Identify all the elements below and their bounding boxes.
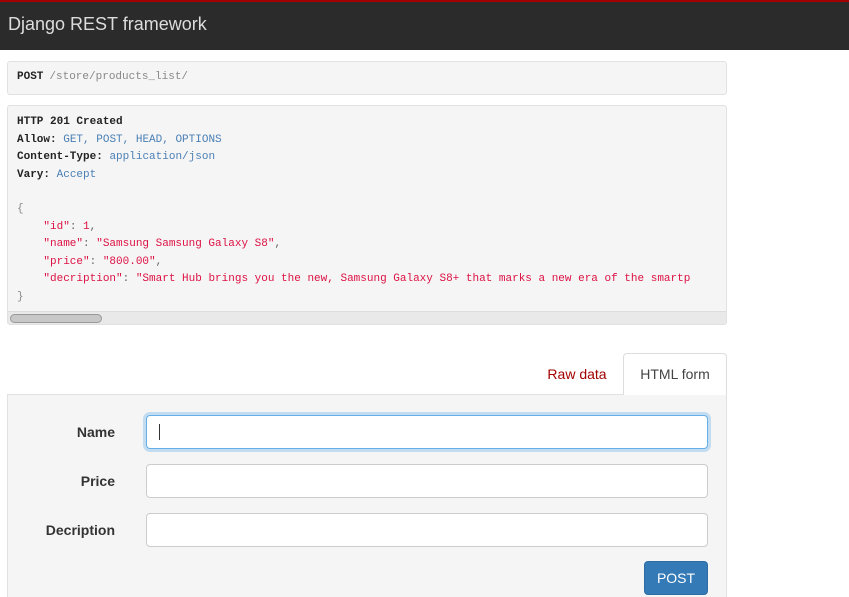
- json-open-brace: {: [17, 203, 24, 215]
- header-value: Accept: [56, 168, 97, 181]
- response-panel: HTTP 201 Created Allow: GET, POST, HEAD, …: [7, 105, 727, 325]
- json-key: "id": [43, 220, 70, 233]
- main-content: POST/store/products_list/ HTTP 201 Creat…: [0, 50, 849, 597]
- json-value: "800.00": [102, 255, 156, 268]
- price-input[interactable]: [146, 464, 708, 498]
- decription-label: Decription: [45, 522, 115, 538]
- brand-title[interactable]: Django REST framework: [8, 14, 207, 35]
- html-form-panel: Name Price Decription POST: [7, 394, 727, 597]
- header-value: application/json: [109, 151, 216, 163]
- text-caret: [159, 424, 160, 440]
- response-content: HTTP 201 Created Allow: GET, POST, HEAD, …: [17, 116, 691, 303]
- decription-input[interactable]: [146, 513, 708, 547]
- request-path: /store/products_list/: [49, 71, 189, 83]
- name-label: Name: [76, 424, 115, 440]
- price-label: Price: [80, 473, 115, 489]
- request-method: POST: [17, 71, 44, 83]
- header-value: GET, POST, HEAD, OPTIONS: [63, 133, 222, 146]
- tab-raw-data[interactable]: Raw data: [535, 353, 619, 395]
- json-value: "Samsung Samsung Galaxy S8": [96, 238, 275, 250]
- header-name: Content-Type: [17, 151, 97, 163]
- json-value: 1: [83, 220, 90, 233]
- json-close-brace: }: [17, 290, 24, 303]
- tab-html-form[interactable]: HTML form: [623, 353, 727, 395]
- header-name: Allow: [17, 133, 51, 146]
- request-info: POST/store/products_list/: [7, 61, 727, 95]
- name-input[interactable]: [146, 415, 708, 449]
- json-key: "name": [43, 238, 84, 250]
- navbar: Django REST framework: [0, 0, 849, 50]
- post-button[interactable]: POST: [644, 561, 708, 595]
- header-name: Vary: [17, 168, 44, 181]
- json-key: "price": [43, 255, 90, 268]
- horizontal-scrollbar[interactable]: [8, 311, 726, 324]
- json-key: "decription": [43, 273, 123, 285]
- json-value: "Smart Hub brings you the new, Samsung G…: [135, 273, 691, 285]
- scrollbar-thumb[interactable]: [10, 314, 102, 323]
- response-status: HTTP 201 Created: [17, 116, 123, 128]
